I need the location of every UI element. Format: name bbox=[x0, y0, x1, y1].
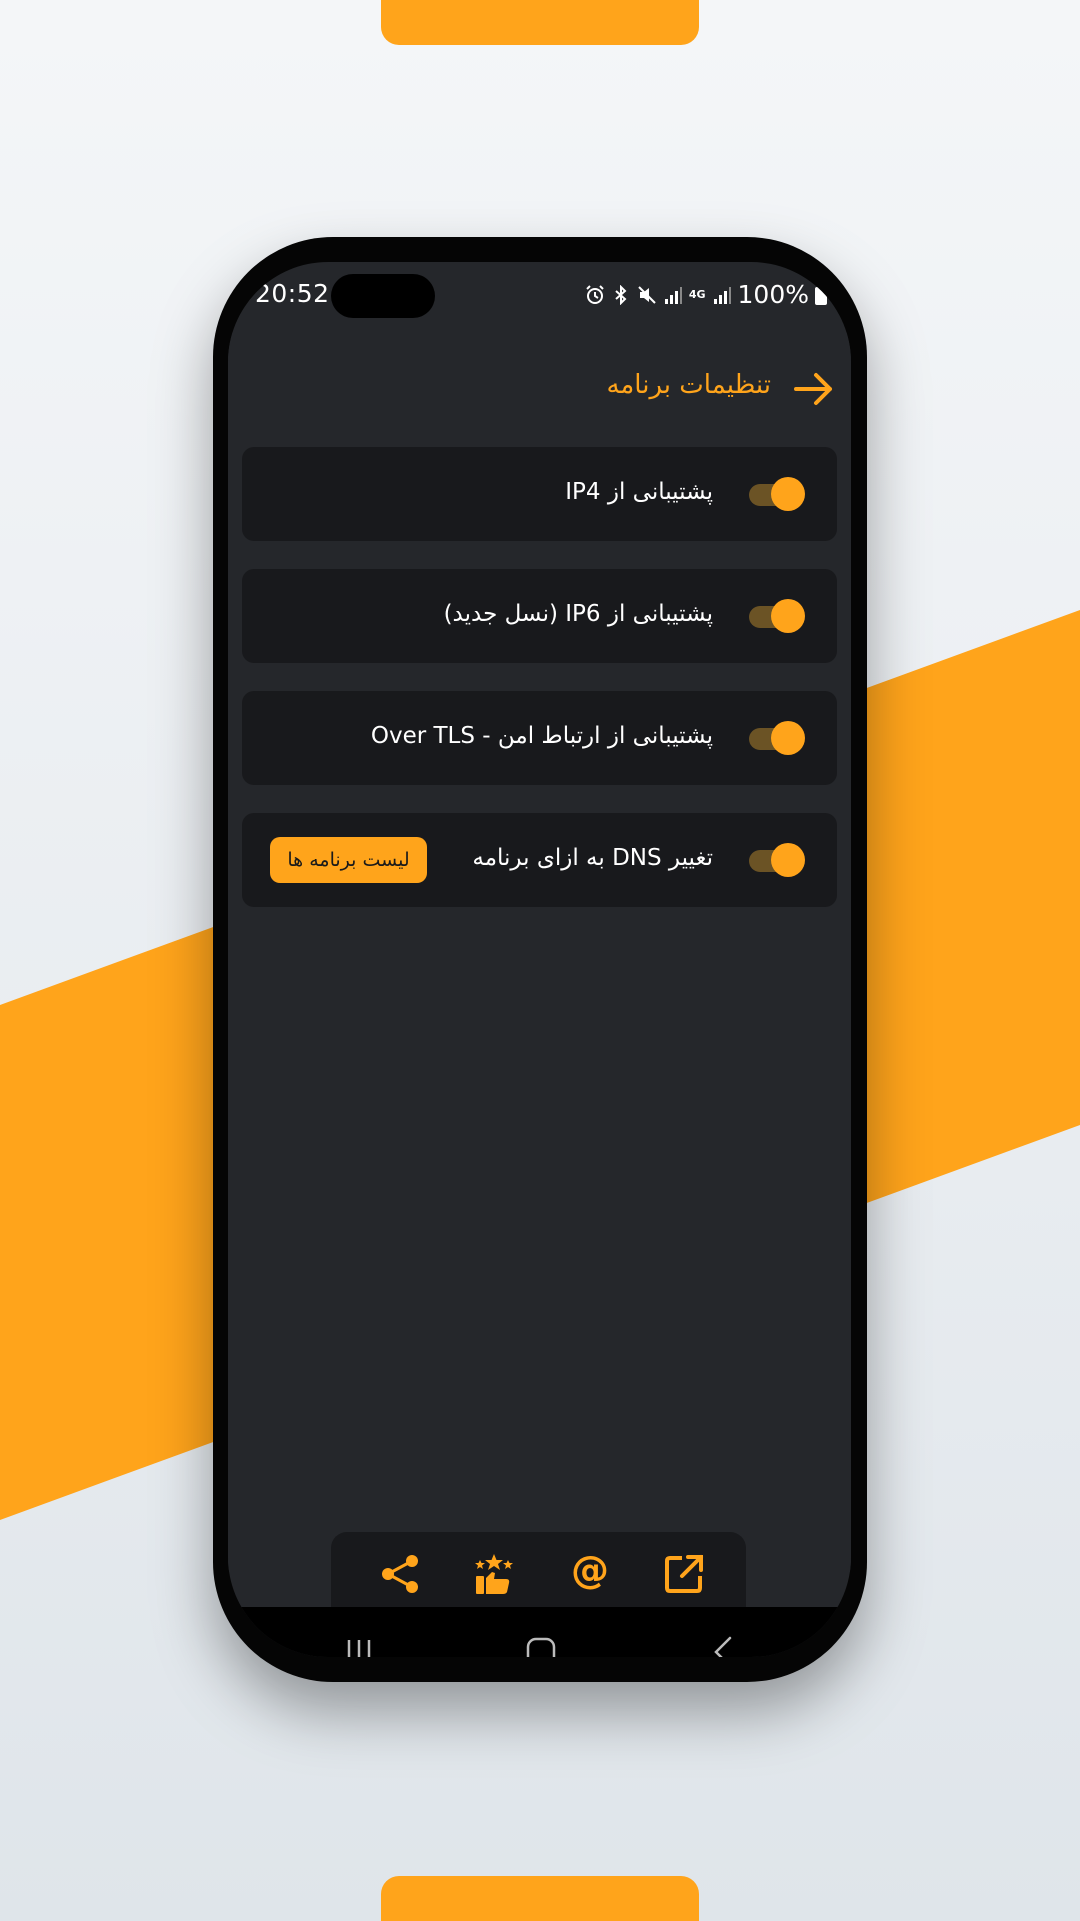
alarm-icon bbox=[586, 284, 604, 304]
bottom-toolbar: @ bbox=[331, 1532, 746, 1618]
signal-icon bbox=[664, 286, 682, 304]
phone-frame: 20:52 4G 100% تنظیمات برنامه پشتیبانی از… bbox=[213, 237, 867, 1682]
status-bar: 20:52 4G 100% bbox=[228, 262, 851, 332]
setting-label-ip4: پشتیبانی از IP4 bbox=[565, 479, 713, 505]
setting-label-per-app-dns: تغییر DNS به ازای برنامه bbox=[472, 845, 713, 871]
setting-card-per-app-dns: تغییر DNS به ازای برنامه لیست برنامه ها bbox=[242, 813, 837, 907]
system-nav-bar bbox=[228, 1607, 851, 1657]
arrow-right-icon[interactable] bbox=[792, 367, 836, 411]
setting-label-tls: پشتیبانی از ارتباط امن - Over TLS bbox=[370, 723, 713, 749]
app-list-button[interactable]: لیست برنامه ها bbox=[270, 837, 427, 883]
back-icon[interactable] bbox=[706, 1634, 742, 1657]
signal-icon bbox=[713, 286, 731, 304]
setting-label-ip6: پشتیبانی از IP6 (نسل جدید) bbox=[443, 601, 713, 627]
open-external-icon[interactable] bbox=[662, 1552, 706, 1596]
page-title: تنظیمات برنامه bbox=[606, 370, 771, 400]
status-icons: 4G 100% bbox=[585, 280, 827, 309]
phone-screen: 20:52 4G 100% تنظیمات برنامه پشتیبانی از… bbox=[228, 262, 851, 1657]
setting-card-tls: پشتیبانی از ارتباط امن - Over TLS bbox=[242, 691, 837, 785]
toggle-thumb bbox=[771, 843, 805, 877]
rate-icon[interactable] bbox=[472, 1552, 516, 1596]
status-time: 20:52 bbox=[255, 279, 330, 308]
network-type: 4G bbox=[688, 288, 706, 301]
tls-toggle[interactable] bbox=[749, 721, 805, 755]
camera-cutout bbox=[331, 274, 435, 318]
toggle-thumb bbox=[771, 477, 805, 511]
battery-icon bbox=[815, 284, 827, 305]
ip6-toggle[interactable] bbox=[749, 599, 805, 633]
at-email-icon[interactable]: @ bbox=[568, 1546, 612, 1592]
home-icon[interactable] bbox=[523, 1634, 559, 1657]
setting-card-ip4: پشتیبانی از IP4 bbox=[242, 447, 837, 541]
recent-apps-icon[interactable] bbox=[341, 1634, 377, 1657]
settings-list: پشتیبانی از IP4 پشتیبانی از IP6 (نسل جدی… bbox=[228, 412, 851, 1572]
setting-card-ip6: پشتیبانی از IP6 (نسل جدید) bbox=[242, 569, 837, 663]
battery-percent: 100% bbox=[737, 280, 809, 309]
bluetooth-icon bbox=[615, 284, 627, 305]
per-app-dns-toggle[interactable] bbox=[749, 843, 805, 877]
toggle-thumb bbox=[771, 721, 805, 755]
share-icon[interactable] bbox=[378, 1552, 422, 1596]
toggle-thumb bbox=[771, 599, 805, 633]
mute-icon bbox=[638, 285, 656, 304]
ip4-toggle[interactable] bbox=[749, 477, 805, 511]
